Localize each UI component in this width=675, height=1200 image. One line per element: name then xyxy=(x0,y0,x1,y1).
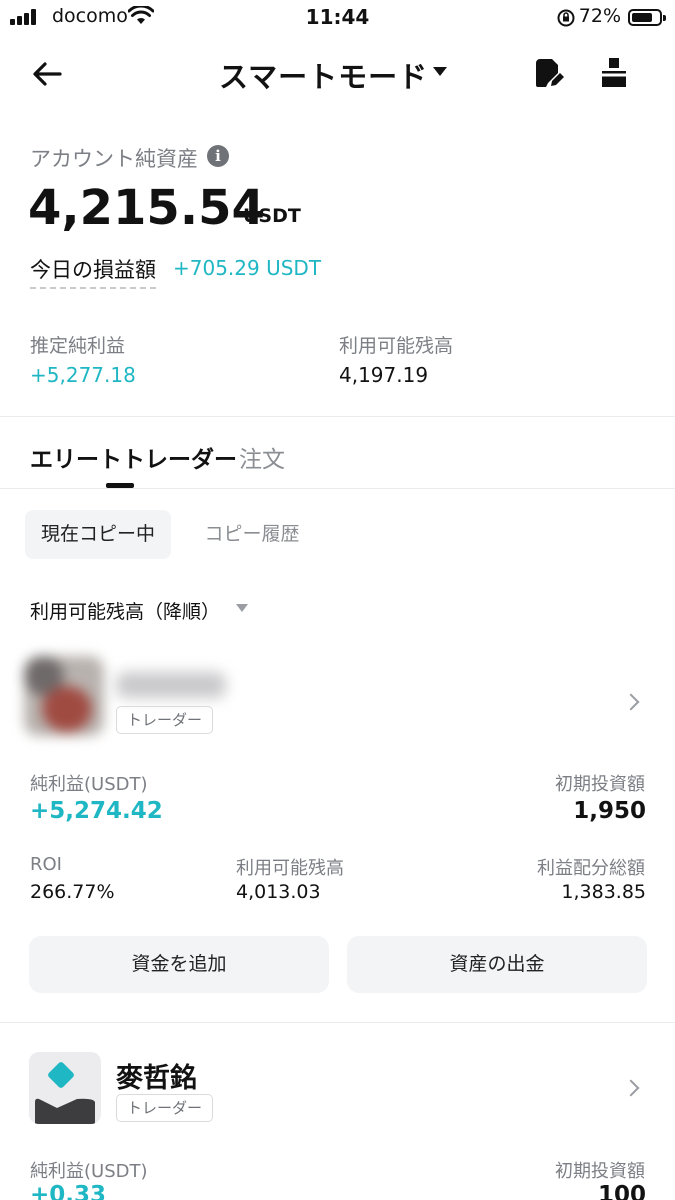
trader-name-blurred[interactable] xyxy=(116,672,226,698)
chevron-right-icon[interactable] xyxy=(622,693,640,711)
initial-investment-value: 100 xyxy=(597,1182,646,1200)
today-pnl-value: +705.29 USDT xyxy=(173,256,322,280)
tab-orders[interactable]: 注文 xyxy=(239,440,285,474)
initial-investment-label: 初期投資額 xyxy=(555,774,645,795)
profit-share-label: 利益配分総額 xyxy=(537,858,645,879)
account-net-asset-unit: USDT xyxy=(243,205,301,227)
share-user-icon[interactable] xyxy=(600,56,628,90)
trader-badge: トレーダー xyxy=(116,706,214,734)
net-profit-label: 純利益(USDT) xyxy=(30,774,148,795)
status-bar: docomo 11:44 72% xyxy=(0,0,675,36)
note-edit-icon[interactable] xyxy=(533,56,565,90)
roi-value: 266.77% xyxy=(30,881,115,903)
profit-share-value: 1,383.85 xyxy=(561,881,646,903)
net-profit-label: 純利益(USDT) xyxy=(30,1161,148,1182)
tab-divider xyxy=(0,488,675,489)
back-arrow-icon[interactable] xyxy=(30,56,66,92)
account-net-asset-label: アカウント純資産 xyxy=(30,147,198,171)
initial-investment-value: 1,950 xyxy=(573,798,646,824)
withdraw-assets-button[interactable]: 資産の出金 xyxy=(347,936,647,993)
caret-down-icon[interactable] xyxy=(433,67,447,76)
nav-bar: スマートモード xyxy=(0,50,675,98)
divider xyxy=(0,416,675,417)
segment-copy-history[interactable]: コピー履歴 xyxy=(190,510,314,559)
available-balance-label: 利用可能残高 xyxy=(339,335,454,357)
trader-avatar[interactable] xyxy=(29,1052,101,1124)
sort-selector[interactable]: 利用可能残高（降順） xyxy=(30,597,220,624)
caret-down-icon[interactable] xyxy=(236,604,248,612)
roi-label: ROI xyxy=(30,854,62,875)
net-profit-value: +0.33 xyxy=(30,1182,107,1200)
today-pnl-label[interactable]: 今日の損益額 xyxy=(30,254,156,289)
info-icon[interactable]: i xyxy=(207,145,229,167)
mode-selector-title[interactable]: スマートモード xyxy=(219,54,428,96)
chevron-right-icon[interactable] xyxy=(622,1079,640,1097)
battery-percent: 72% xyxy=(578,5,621,27)
trader-name[interactable]: 麥哲銘 xyxy=(116,1056,197,1095)
trader-available-label: 利用可能残高 xyxy=(236,858,344,879)
default-avatar-icon xyxy=(35,1062,95,1124)
net-profit-value: +5,274.42 xyxy=(30,798,163,824)
segment-current-copy[interactable]: 現在コピー中 xyxy=(25,510,171,559)
add-funds-button[interactable]: 資金を追加 xyxy=(29,936,329,993)
card-divider xyxy=(0,1022,675,1023)
battery-icon xyxy=(628,9,666,26)
estimated-profit-value: +5,277.18 xyxy=(30,363,136,387)
account-net-asset-value: 4,215.54 xyxy=(28,180,265,236)
trader-available-value: 4,013.03 xyxy=(236,881,321,903)
available-balance-value: 4,197.19 xyxy=(339,363,429,387)
rotation-lock-icon xyxy=(557,9,575,27)
initial-investment-label: 初期投資額 xyxy=(555,1161,645,1182)
estimated-profit-label: 推定純利益 xyxy=(30,335,126,357)
tab-elite-trader[interactable]: エリートトレーダー xyxy=(30,440,237,474)
trader-badge: トレーダー xyxy=(116,1094,214,1122)
trader-avatar[interactable] xyxy=(24,656,104,736)
